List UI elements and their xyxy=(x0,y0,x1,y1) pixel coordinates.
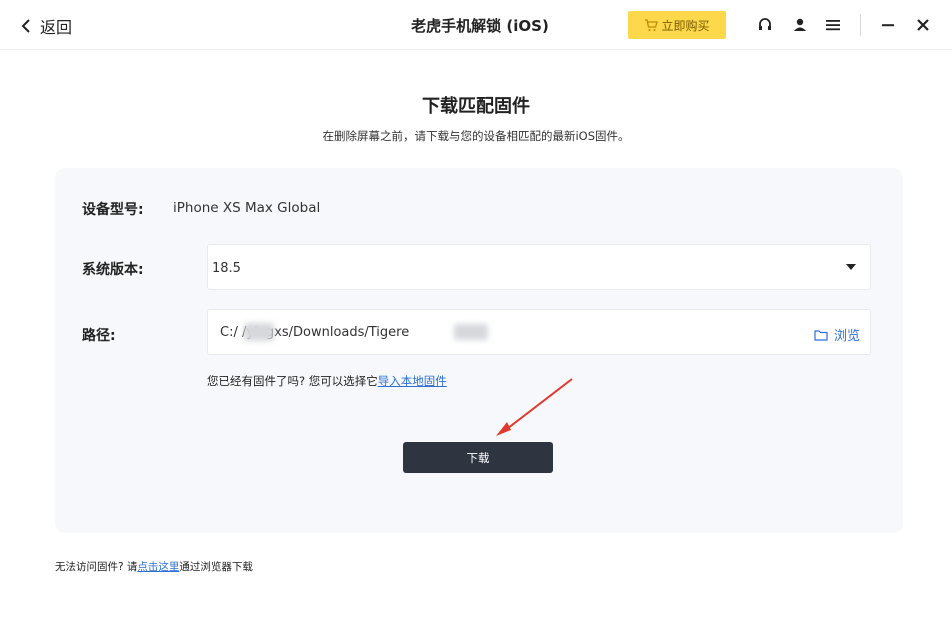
close-button[interactable] xyxy=(912,14,934,36)
path-label: 路径: xyxy=(82,328,116,344)
browse-button[interactable]: 浏览 xyxy=(814,325,860,344)
version-select[interactable]: 18.5 xyxy=(207,244,871,290)
app-title: 老虎手机解锁 (iOS) xyxy=(411,17,549,35)
title-bar: 返回 老虎手机解锁 (iOS) 立即购买 xyxy=(0,0,952,50)
path-field[interactable]: C:/ /yingxs/Downloads/Tigere 浏览 xyxy=(207,309,871,355)
user-icon xyxy=(794,18,806,31)
cart-icon xyxy=(645,19,659,31)
click-here-link[interactable]: 点击这里 xyxy=(137,561,179,573)
browse-label: 浏览 xyxy=(833,329,860,344)
firmware-card: 设备型号: iPhone XS Max Global 系统版本: 18.5 路径… xyxy=(55,168,903,533)
menu-icon xyxy=(826,20,840,31)
buy-now-label: 立即购买 xyxy=(661,18,710,33)
model-value: iPhone XS Max Global xyxy=(173,200,321,216)
folder-icon xyxy=(814,329,828,341)
page-title: 下载匹配固件 xyxy=(422,96,530,117)
footer-text-suffix: 通过浏览器下载 xyxy=(179,561,253,573)
buy-now-button[interactable]: 立即购买 xyxy=(628,11,726,39)
close-icon xyxy=(917,19,929,31)
back-label: 返回 xyxy=(40,18,73,37)
download-label: 下载 xyxy=(466,450,490,465)
minimize-button[interactable] xyxy=(877,14,899,36)
version-value: 18.5 xyxy=(212,261,241,276)
redaction-blur xyxy=(244,323,274,341)
headset-icon xyxy=(759,18,771,30)
titlebar-divider xyxy=(860,14,861,36)
import-local-firmware-link[interactable]: 导入本地固件 xyxy=(378,374,447,388)
back-button[interactable]: 返回 xyxy=(20,14,72,38)
menu-button[interactable] xyxy=(822,14,844,36)
hint-text: 您已经有固件了吗? 您可以选择它 xyxy=(207,374,378,388)
model-label: 设备型号: xyxy=(82,202,144,218)
caret-down-icon xyxy=(846,264,856,270)
support-button[interactable] xyxy=(754,14,776,36)
footer-text: 无法访问固件? 请 xyxy=(55,561,138,573)
minimize-icon xyxy=(882,24,894,27)
page-subtitle: 在删除屏幕之前，请下载与您的设备相匹配的最新iOS固件。 xyxy=(322,129,630,143)
browser-download-hint: 无法访问固件? 请点击这里通过浏览器下载 xyxy=(55,559,253,574)
redaction-blur xyxy=(454,324,488,340)
local-firmware-hint: 您已经有固件了吗? 您可以选择它导入本地固件 xyxy=(207,373,447,389)
version-label: 系统版本: xyxy=(82,262,144,278)
download-button[interactable]: 下载 xyxy=(403,442,553,473)
back-chevron-icon xyxy=(21,19,30,33)
account-button[interactable] xyxy=(789,14,811,36)
